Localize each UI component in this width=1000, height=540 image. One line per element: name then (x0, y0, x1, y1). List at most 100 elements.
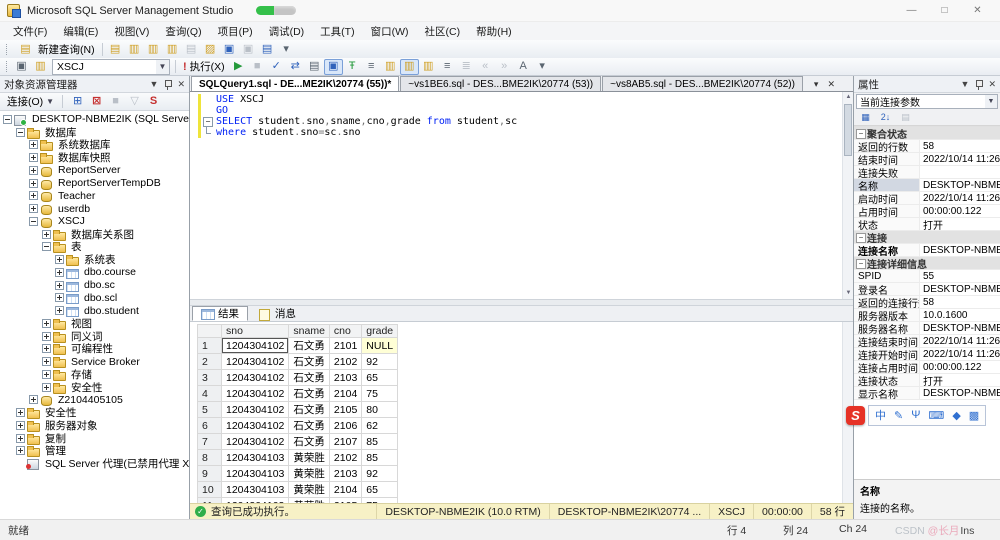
property-name[interactable]: 连接结束时间 (854, 335, 920, 347)
grid-column-header[interactable]: grade (362, 325, 398, 338)
grid-cell-sno[interactable]: 1204304103 (222, 466, 289, 482)
grid-cell-sname[interactable]: 石文勇 (289, 418, 330, 434)
property-row[interactable]: 名称 DESKTOP-NBME2IK (854, 179, 1000, 192)
ime-icon[interactable]: ✎ (894, 409, 903, 422)
toolbar-icon[interactable]: ▥ (163, 41, 182, 57)
grid-cell-sno[interactable]: 1204304103 (222, 450, 289, 466)
grid-row-header[interactable]: 5 (198, 402, 222, 418)
property-name[interactable]: 名称 (854, 179, 920, 191)
tree-item[interactable]: 表 (0, 241, 189, 254)
property-row[interactable]: 连接占用时间 00:00:00.122 (854, 361, 1000, 374)
grid-cell-sno[interactable]: 1204304102 (222, 418, 289, 434)
property-value[interactable]: DESKTOP-NBME2IK (920, 284, 1000, 295)
tree-item[interactable]: 系统数据库 (0, 139, 189, 152)
tree-item[interactable]: 同义词 (0, 330, 189, 343)
recorder-toggle-on[interactable] (256, 6, 274, 15)
tree-item[interactable]: 管理 (0, 445, 189, 458)
toolbar-icon[interactable]: Ŧ (343, 59, 362, 75)
grid-row-header[interactable]: 1 (198, 338, 222, 354)
tree-item[interactable]: 数据库快照 (0, 151, 189, 164)
property-name[interactable]: 返回的行数 (854, 140, 920, 152)
property-row[interactable]: 结束时间 2022/10/14 11:26:3 (854, 153, 1000, 166)
tree-expander[interactable] (55, 281, 64, 290)
ime-icon[interactable]: ⌨ (928, 409, 944, 422)
ime-icon[interactable]: ◆ (952, 409, 960, 422)
tree-expander[interactable] (16, 421, 25, 430)
property-name[interactable]: 连接开始时间 (854, 348, 920, 360)
toolbar-icon[interactable]: ▨ (201, 41, 220, 57)
property-name[interactable]: 返回的连接行数 (854, 296, 920, 308)
toolbar-icon[interactable]: ▥ (381, 59, 400, 75)
tree-expander[interactable] (55, 268, 64, 277)
tree-item[interactable]: 视图 (0, 317, 189, 330)
tree-expander[interactable] (16, 459, 25, 468)
pin-icon[interactable] (163, 79, 172, 90)
document-tab[interactable]: ~vs1BE6.sql - DES...BME2IK\20774 (53)) (400, 76, 601, 91)
grid-cell-grade[interactable]: 92 (362, 466, 398, 482)
property-name[interactable]: 连接失败 (854, 166, 920, 178)
grid-cell-sname[interactable]: 黄荣胜 (289, 482, 330, 498)
property-value[interactable]: 10.0.1600 (920, 310, 1000, 321)
property-row[interactable]: 占用时间 00:00:00.122 (854, 205, 1000, 218)
pin-icon[interactable] (974, 79, 983, 90)
property-value[interactable]: 打开 (920, 218, 1000, 231)
property-value[interactable]: 2022/10/14 11:26:3 (920, 349, 1000, 360)
property-name[interactable]: 结束时间 (854, 153, 920, 165)
property-name[interactable]: 显示名称 (854, 387, 920, 399)
tree-expander[interactable] (42, 383, 51, 392)
outlining-margin[interactable] (201, 116, 214, 127)
property-value[interactable]: 00:00:00.122 (920, 362, 1000, 373)
toolbar-icon[interactable]: ⇄ (286, 59, 305, 75)
property-name[interactable]: 聚合状态 (854, 127, 1000, 139)
tree-expander[interactable] (55, 255, 64, 264)
toolbar-icon[interactable]: ▶ (229, 59, 248, 75)
menu-item[interactable]: 工具(T) (312, 22, 362, 41)
grid-row-header[interactable]: 6 (198, 418, 222, 434)
grid-cell-grade[interactable]: NULL (362, 338, 398, 354)
scrollbar-thumb[interactable] (844, 104, 852, 156)
tab-messages[interactable]: 消息 (250, 306, 304, 321)
tree-item[interactable]: 安全性 (0, 406, 189, 419)
toolbar-grip[interactable] (6, 61, 9, 72)
tree-expander[interactable] (29, 153, 38, 162)
toolbar-icon[interactable]: ▥ (400, 59, 419, 75)
grid-cell-cno[interactable]: 2107 (329, 434, 361, 450)
editor-results-splitter[interactable] (190, 299, 853, 306)
minimize-button[interactable]: — (895, 1, 928, 21)
toolbar-icon[interactable]: ⊞ (68, 94, 87, 110)
property-row[interactable]: 连接详细信息 (854, 257, 1000, 270)
tree-expander[interactable] (42, 332, 51, 341)
grid-cell-cno[interactable]: 2104 (329, 386, 361, 402)
tree-item[interactable]: 复制 (0, 432, 189, 445)
property-value[interactable]: 2022/10/14 11:26:3 (920, 154, 1000, 165)
toolbar-icon[interactable]: » (495, 59, 514, 75)
properties-object-selector[interactable]: 当前连接参数 ▼ (856, 94, 998, 109)
menu-item[interactable]: 项目(P) (210, 22, 261, 41)
grid-row-header[interactable]: 3 (198, 370, 222, 386)
tree-expander[interactable] (16, 434, 25, 443)
tree-expander[interactable] (42, 357, 51, 366)
property-name[interactable]: 服务器名称 (854, 322, 920, 334)
property-name[interactable]: 连接占用时间 (854, 361, 920, 373)
tree-item[interactable]: ReportServerTempDB (0, 177, 189, 190)
tree-expander[interactable] (42, 230, 51, 239)
property-row[interactable]: 连接名称 DESKTOP-NBME2IK (854, 244, 1000, 257)
outlining-margin[interactable] (201, 127, 214, 138)
property-row[interactable]: 返回的行数 58 (854, 140, 1000, 153)
property-value[interactable]: 55 (920, 271, 1000, 282)
tree-item[interactable]: 系统表 (0, 253, 189, 266)
grid-cell-cno[interactable]: 2104 (329, 482, 361, 498)
toolbar-icon[interactable]: ▣ (324, 59, 343, 75)
code-line[interactable]: SELECT student.sno,sname,cno,grade from … (190, 116, 842, 127)
property-row[interactable]: 连接 (854, 231, 1000, 244)
toolbar-icon[interactable]: ▦ (857, 111, 874, 125)
tree-item[interactable]: Service Broker (0, 355, 189, 368)
tree-item[interactable]: ReportServer (0, 164, 189, 177)
property-row[interactable]: 显示名称 DESKTOP-NBME2IK (854, 387, 1000, 400)
tree-expander[interactable] (16, 128, 25, 137)
outlining-margin[interactable] (201, 94, 214, 105)
close-button[interactable]: ✕ (961, 1, 994, 21)
property-value[interactable]: DESKTOP-NBME2IK (920, 388, 1000, 399)
grid-cell-sname[interactable]: 黄荣胜 (289, 466, 330, 482)
menu-item[interactable]: 编辑(E) (55, 22, 106, 41)
